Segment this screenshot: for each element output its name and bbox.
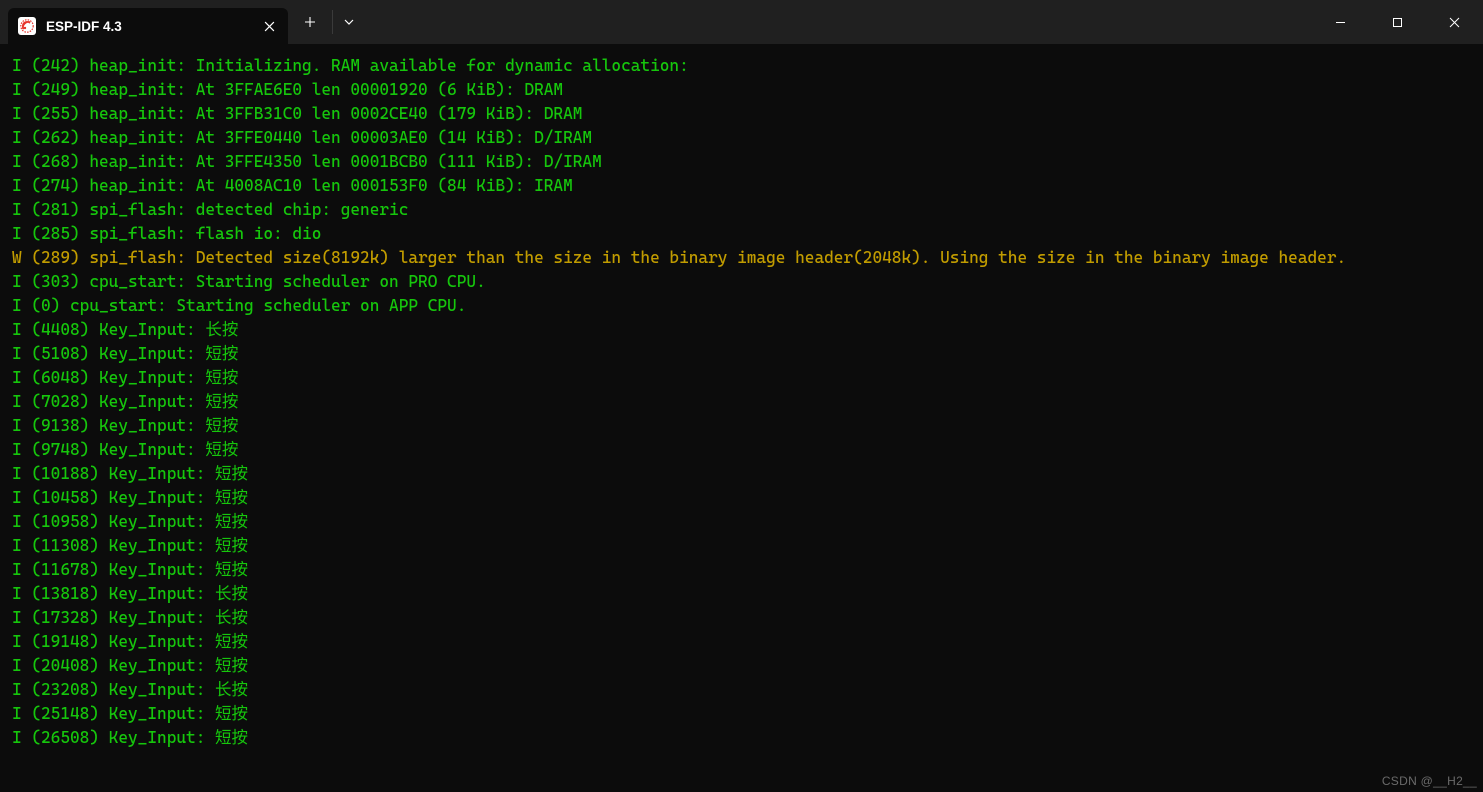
log-line: I (11678) Key_Input: 短按 bbox=[12, 558, 1471, 582]
log-line: I (26508) Key_Input: 短按 bbox=[12, 726, 1471, 750]
log-line: I (9138) Key_Input: 短按 bbox=[12, 414, 1471, 438]
window-controls bbox=[1312, 0, 1483, 44]
log-line: I (20408) Key_Input: 短按 bbox=[12, 654, 1471, 678]
esp-icon bbox=[18, 17, 36, 35]
tabs-region: ESP-IDF 4.3 bbox=[0, 0, 288, 44]
log-line: I (274) heap_init: At 4008AC10 len 00015… bbox=[12, 174, 1471, 198]
log-line: I (19148) Key_Input: 短按 bbox=[12, 630, 1471, 654]
log-line: I (25148) Key_Input: 短按 bbox=[12, 702, 1471, 726]
maximize-button[interactable] bbox=[1369, 0, 1426, 44]
log-line: I (17328) Key_Input: 长按 bbox=[12, 606, 1471, 630]
log-line: I (4408) Key_Input: 长按 bbox=[12, 318, 1471, 342]
titlebar-drag-region[interactable] bbox=[365, 0, 1312, 44]
log-line: I (10188) Key_Input: 短按 bbox=[12, 462, 1471, 486]
log-line: I (11308) Key_Input: 短按 bbox=[12, 534, 1471, 558]
log-line: I (9748) Key_Input: 短按 bbox=[12, 438, 1471, 462]
terminal-output[interactable]: I (242) heap_init: Initializing. RAM ava… bbox=[0, 44, 1483, 792]
log-line: I (5108) Key_Input: 短按 bbox=[12, 342, 1471, 366]
log-line: I (268) heap_init: At 3FFE4350 len 0001B… bbox=[12, 150, 1471, 174]
log-line: I (262) heap_init: At 3FFE0440 len 00003… bbox=[12, 126, 1471, 150]
titlebar[interactable]: ESP-IDF 4.3 bbox=[0, 0, 1483, 44]
tab-close-button[interactable] bbox=[260, 17, 278, 35]
log-line: I (285) spi_flash: flash io: dio bbox=[12, 222, 1471, 246]
new-tab-button[interactable] bbox=[288, 0, 332, 44]
log-line: I (255) heap_init: At 3FFB31C0 len 0002C… bbox=[12, 102, 1471, 126]
tab-title: ESP-IDF 4.3 bbox=[46, 19, 250, 34]
log-line: I (281) spi_flash: detected chip: generi… bbox=[12, 198, 1471, 222]
log-line: I (249) heap_init: At 3FFAE6E0 len 00001… bbox=[12, 78, 1471, 102]
minimize-button[interactable] bbox=[1312, 0, 1369, 44]
terminal-window: ESP-IDF 4.3 I (242) heap_init: Init bbox=[0, 0, 1483, 792]
log-line: I (303) cpu_start: Starting scheduler on… bbox=[12, 270, 1471, 294]
log-line: I (0) cpu_start: Starting scheduler on A… bbox=[12, 294, 1471, 318]
log-line: I (10458) Key_Input: 短按 bbox=[12, 486, 1471, 510]
log-line: I (242) heap_init: Initializing. RAM ava… bbox=[12, 54, 1471, 78]
log-line: I (7028) Key_Input: 短按 bbox=[12, 390, 1471, 414]
active-tab[interactable]: ESP-IDF 4.3 bbox=[8, 8, 288, 44]
log-line: I (10958) Key_Input: 短按 bbox=[12, 510, 1471, 534]
log-line: I (13818) Key_Input: 长按 bbox=[12, 582, 1471, 606]
log-line: I (23208) Key_Input: 长按 bbox=[12, 678, 1471, 702]
tab-dropdown-button[interactable] bbox=[332, 10, 365, 34]
close-window-button[interactable] bbox=[1426, 0, 1483, 44]
log-line: I (6048) Key_Input: 短按 bbox=[12, 366, 1471, 390]
watermark: CSDN @__H2__ bbox=[1382, 774, 1477, 788]
log-line: W (289) spi_flash: Detected size(8192k) … bbox=[12, 246, 1471, 270]
